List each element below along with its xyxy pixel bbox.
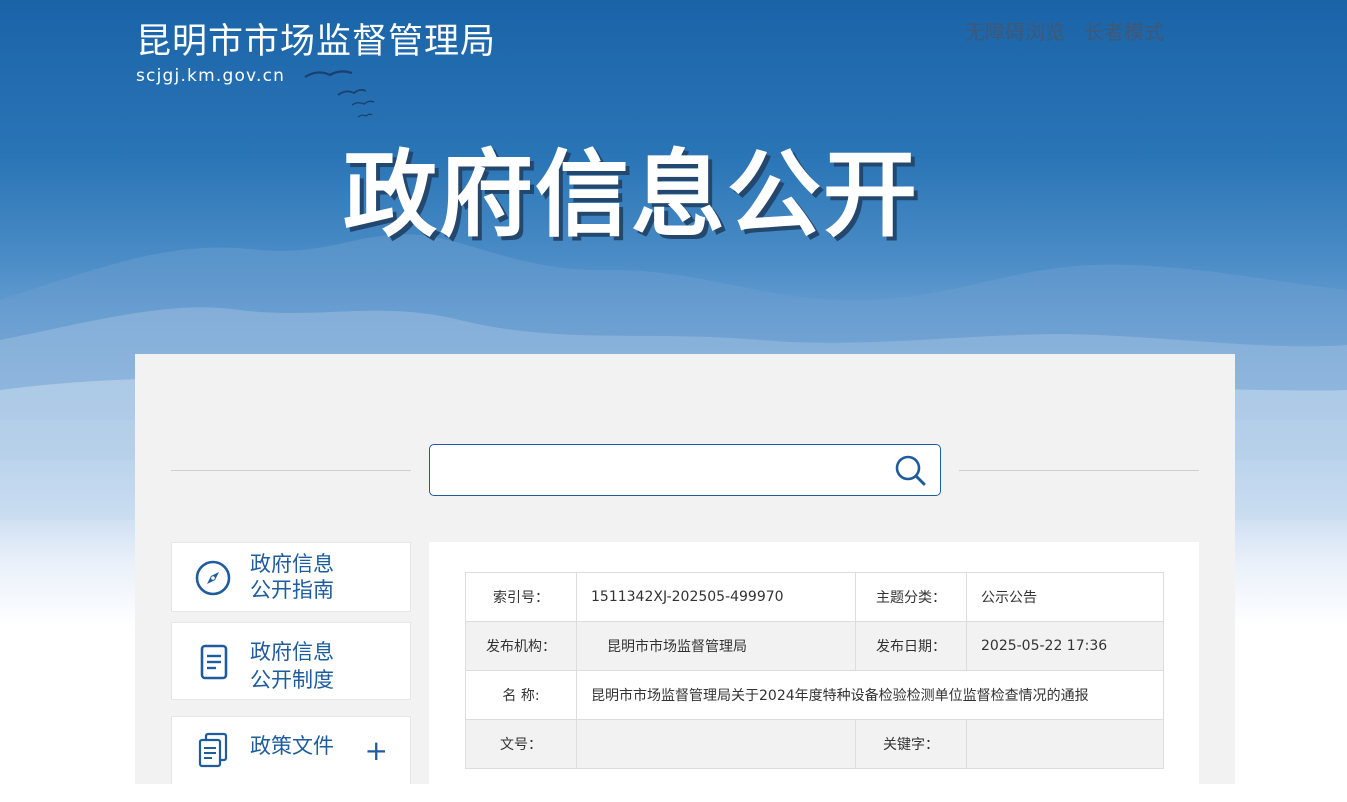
divider-left <box>171 470 411 471</box>
sidebar-item-guide[interactable]: 政府信息 公开指南 <box>171 542 411 612</box>
sidebar-item-label: 政府信息 <box>250 552 334 576</box>
sidebar-item-policy-files[interactable]: 政策文件 + <box>171 716 411 784</box>
sidebar-item-label: 政府信息 <box>250 640 334 664</box>
documents-icon <box>198 732 228 768</box>
sidebar-item-label: 政策文件 <box>250 734 334 758</box>
birds-illustration <box>304 70 375 118</box>
table-row: 索引号： 1511342XJ-202505-499970 主题分类： 公示公告 <box>465 572 1164 622</box>
date-value: 2025-05-22 17:36 <box>966 621 1164 671</box>
search-input[interactable] <box>440 453 884 487</box>
site-title: 昆明市市场监督管理局 <box>136 22 497 62</box>
docno-label: 文号： <box>465 719 577 769</box>
site-domain: scjgj.km.gov.cn <box>136 66 286 86</box>
name-label: 名 称: <box>465 670 577 720</box>
table-row: 文号： 关键字： <box>465 719 1164 769</box>
banner-title: 政府信息公开 <box>343 141 920 250</box>
divider-right <box>959 470 1199 471</box>
table-row: 名 称: 昆明市市场监督管理局关于2024年度特种设备检验检测单位监督检查情况的… <box>465 670 1164 720</box>
org-label: 发布机构： <box>465 621 577 671</box>
search-box <box>429 444 941 496</box>
table-row: 发布机构： 昆明市市场监督管理局 发布日期： 2025-05-22 17:36 <box>465 621 1164 671</box>
topic-value: 公示公告 <box>966 572 1164 622</box>
topic-label: 主题分类： <box>855 572 967 622</box>
docno-value <box>576 719 856 769</box>
compass-icon <box>195 560 231 596</box>
date-label: 发布日期： <box>855 621 967 671</box>
main-panel: 政府信息 公开指南 政府信息 公开制度 政策文件 + 索引号： 1511342X… <box>135 354 1235 802</box>
sidebar-item-policy-system[interactable]: 政府信息 公开制度 <box>171 622 411 700</box>
sidebar-item-label: 公开制度 <box>250 668 334 692</box>
expand-plus-icon[interactable]: + <box>365 737 388 765</box>
name-value: 昆明市市场监督管理局关于2024年度特种设备检验检测单位监督检查情况的通报 <box>576 670 1164 720</box>
document-icon <box>200 644 228 680</box>
keyword-label: 关键字： <box>855 719 967 769</box>
elder-mode-link[interactable]: 长者模式 <box>1084 16 1164 45</box>
top-links: 无障碍浏览 长者模式 <box>965 16 1178 45</box>
index-value: 1511342XJ-202505-499970 <box>576 572 856 622</box>
search-icon[interactable] <box>894 454 926 486</box>
content-card: 索引号： 1511342XJ-202505-499970 主题分类： 公示公告 … <box>429 542 1199 802</box>
accessibility-link[interactable]: 无障碍浏览 <box>965 16 1065 45</box>
sidebar-item-label: 公开指南 <box>250 578 334 602</box>
index-label: 索引号： <box>465 572 577 622</box>
org-value: 昆明市市场监督管理局 <box>576 621 856 671</box>
metadata-table: 索引号： 1511342XJ-202505-499970 主题分类： 公示公告 … <box>465 572 1164 769</box>
keyword-value <box>966 719 1164 769</box>
